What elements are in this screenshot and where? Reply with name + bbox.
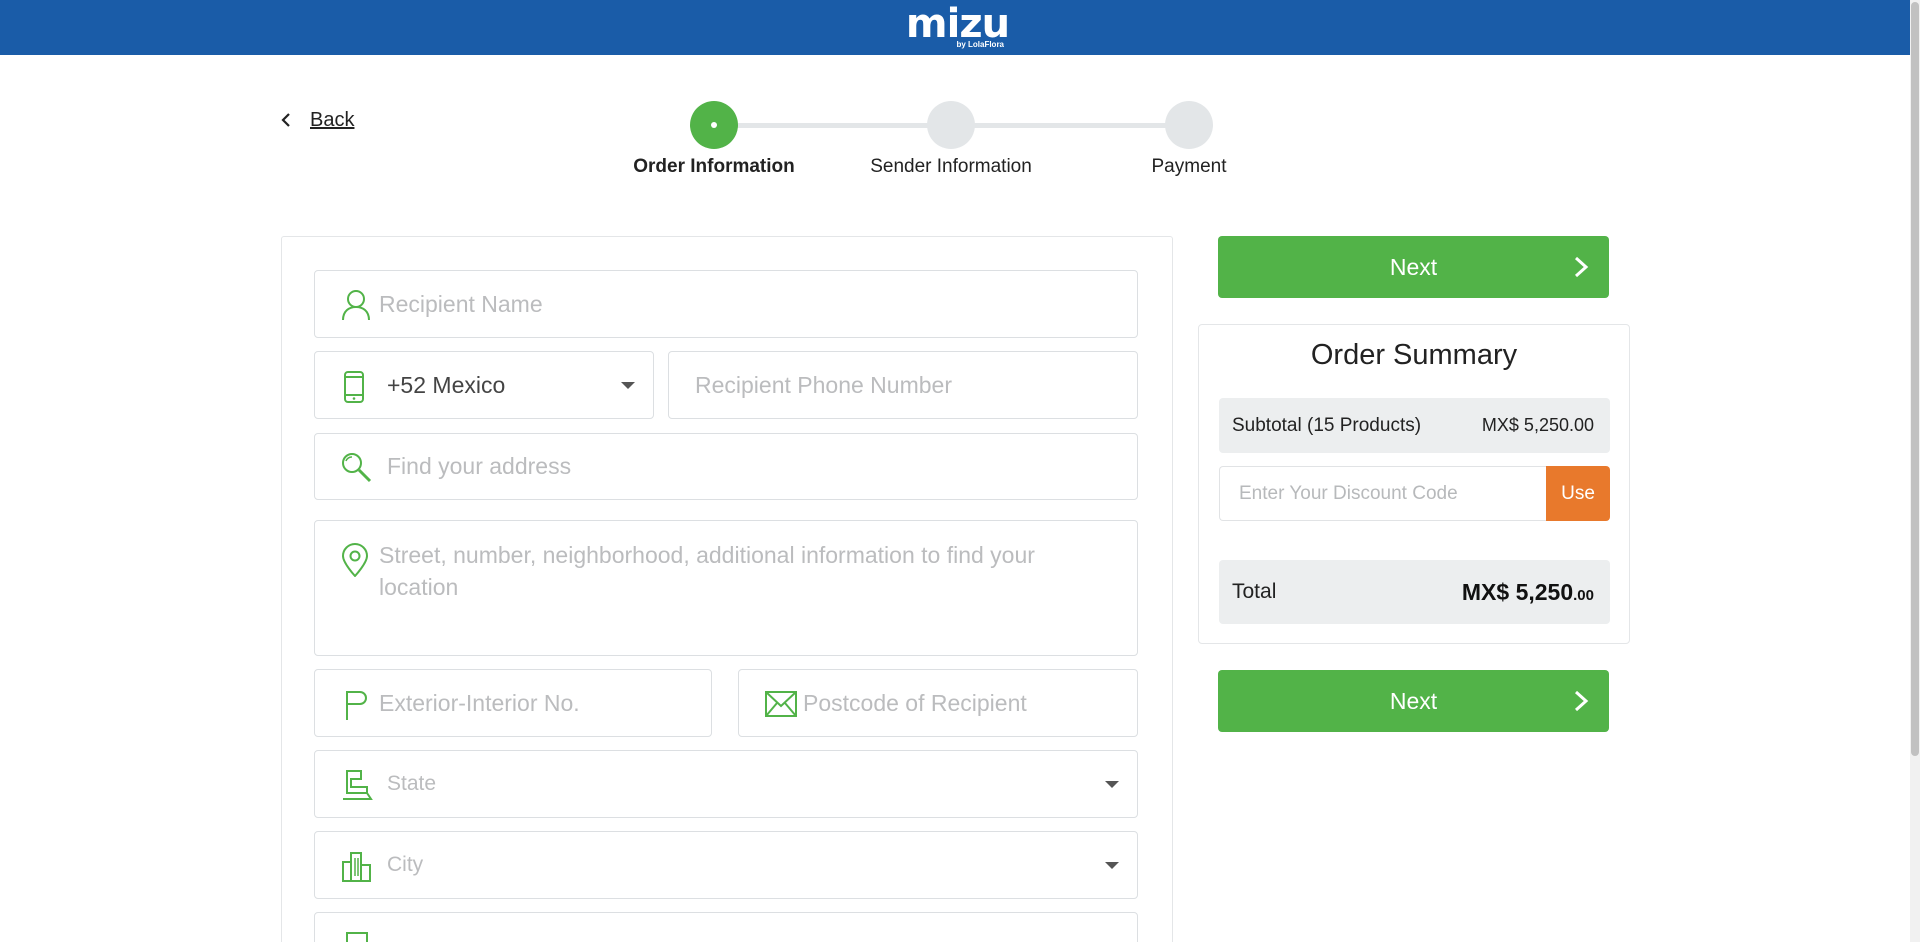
state-placeholder: State xyxy=(387,772,437,795)
postcode-field[interactable]: Postcode of Recipient xyxy=(738,669,1138,737)
order-summary-panel: Order Summary Subtotal (15 Products) MX$… xyxy=(1198,324,1630,644)
state-icon xyxy=(343,770,373,800)
next-button-top[interactable]: Next xyxy=(1218,236,1609,298)
address-search-field[interactable]: Find your address xyxy=(314,433,1138,500)
country-code-select[interactable]: +52 Mexico xyxy=(314,351,654,419)
chevron-right-icon xyxy=(1574,690,1589,712)
city-select[interactable]: City xyxy=(314,831,1138,899)
step-label-order-information: Order Information xyxy=(633,156,795,177)
step-dot-order-information xyxy=(690,101,738,149)
address-search-placeholder: Find your address xyxy=(387,453,572,479)
chevron-down-icon xyxy=(621,382,635,389)
scrollbar-thumb[interactable] xyxy=(1911,2,1919,756)
search-icon xyxy=(342,453,372,483)
next-button-label: Next xyxy=(1389,253,1438,280)
back-label: Back xyxy=(310,108,355,131)
back-link[interactable]: Back xyxy=(278,108,354,132)
next-button-label: Next xyxy=(1389,687,1438,714)
address-details-placeholder: Street, number, neighborhood, additional… xyxy=(379,542,1035,600)
flag-icon xyxy=(346,691,367,720)
step-dot-payment xyxy=(1165,101,1213,149)
exterior-interior-no-placeholder: Exterior-Interior No. xyxy=(379,689,580,716)
chevron-right-icon xyxy=(1574,256,1589,278)
total-main-amount: MX$ 5,250 xyxy=(1461,578,1574,605)
address-details-textarea[interactable]: Street, number, neighborhood, additional… xyxy=(314,520,1138,656)
city-placeholder: City xyxy=(387,853,424,876)
top-header-bar: mizu by LolaFlora xyxy=(0,0,1910,55)
order-summary-title: Order Summary xyxy=(1310,339,1518,371)
total-cents: .00 xyxy=(1573,586,1594,604)
logo-wordmark: mizu xyxy=(905,1,1010,47)
building-icon xyxy=(346,932,368,942)
country-code-value: +52 Mexico xyxy=(387,371,506,398)
city-icon xyxy=(342,852,371,882)
location-pin-icon xyxy=(341,543,369,577)
mizu-logo[interactable]: mizu by LolaFlora xyxy=(905,4,1010,52)
subtotal-row: Subtotal (15 Products) MX$ 5,250.00 xyxy=(1219,398,1610,453)
person-icon xyxy=(342,290,370,321)
chevron-down-icon xyxy=(1105,781,1119,788)
total-value: MX$ 5,250.00 xyxy=(1462,579,1594,606)
next-form-field[interactable] xyxy=(314,912,1138,942)
recipient-phone-placeholder: Recipient Phone Number xyxy=(695,371,952,398)
state-select[interactable]: State xyxy=(314,750,1138,818)
exterior-interior-no-field[interactable]: Exterior-Interior No. xyxy=(314,669,712,737)
step-dot-sender-information xyxy=(927,101,975,149)
step-label-payment: Payment xyxy=(1151,156,1227,177)
chevron-down-icon xyxy=(1105,862,1119,869)
recipient-name-field[interactable]: Recipient Name xyxy=(314,270,1138,338)
subtotal-value: MX$ 5,250.00 xyxy=(1481,415,1594,435)
page-scrollbar[interactable] xyxy=(1910,0,1920,942)
phone-icon xyxy=(344,371,364,403)
chevron-left-icon xyxy=(281,113,290,127)
recipient-name-placeholder: Recipient Name xyxy=(379,290,543,317)
discount-code-group: Enter Your Discount Code Use xyxy=(1219,466,1610,521)
postcode-placeholder: Postcode of Recipient xyxy=(803,689,1027,716)
next-button-bottom[interactable]: Next xyxy=(1218,670,1609,732)
total-row: Total MX$ 5,250.00 xyxy=(1219,560,1610,624)
recipient-phone-field[interactable]: Recipient Phone Number xyxy=(668,351,1138,419)
use-discount-button[interactable]: Use xyxy=(1546,466,1610,521)
logo-subtitle: by LolaFlora xyxy=(956,40,1004,49)
envelope-icon xyxy=(765,691,797,717)
step-label-sender-information: Sender Information xyxy=(870,156,1032,177)
total-label: Total xyxy=(1232,580,1277,603)
discount-code-input[interactable]: Enter Your Discount Code xyxy=(1219,466,1546,521)
subtotal-label: Subtotal (15 Products) xyxy=(1232,414,1422,436)
